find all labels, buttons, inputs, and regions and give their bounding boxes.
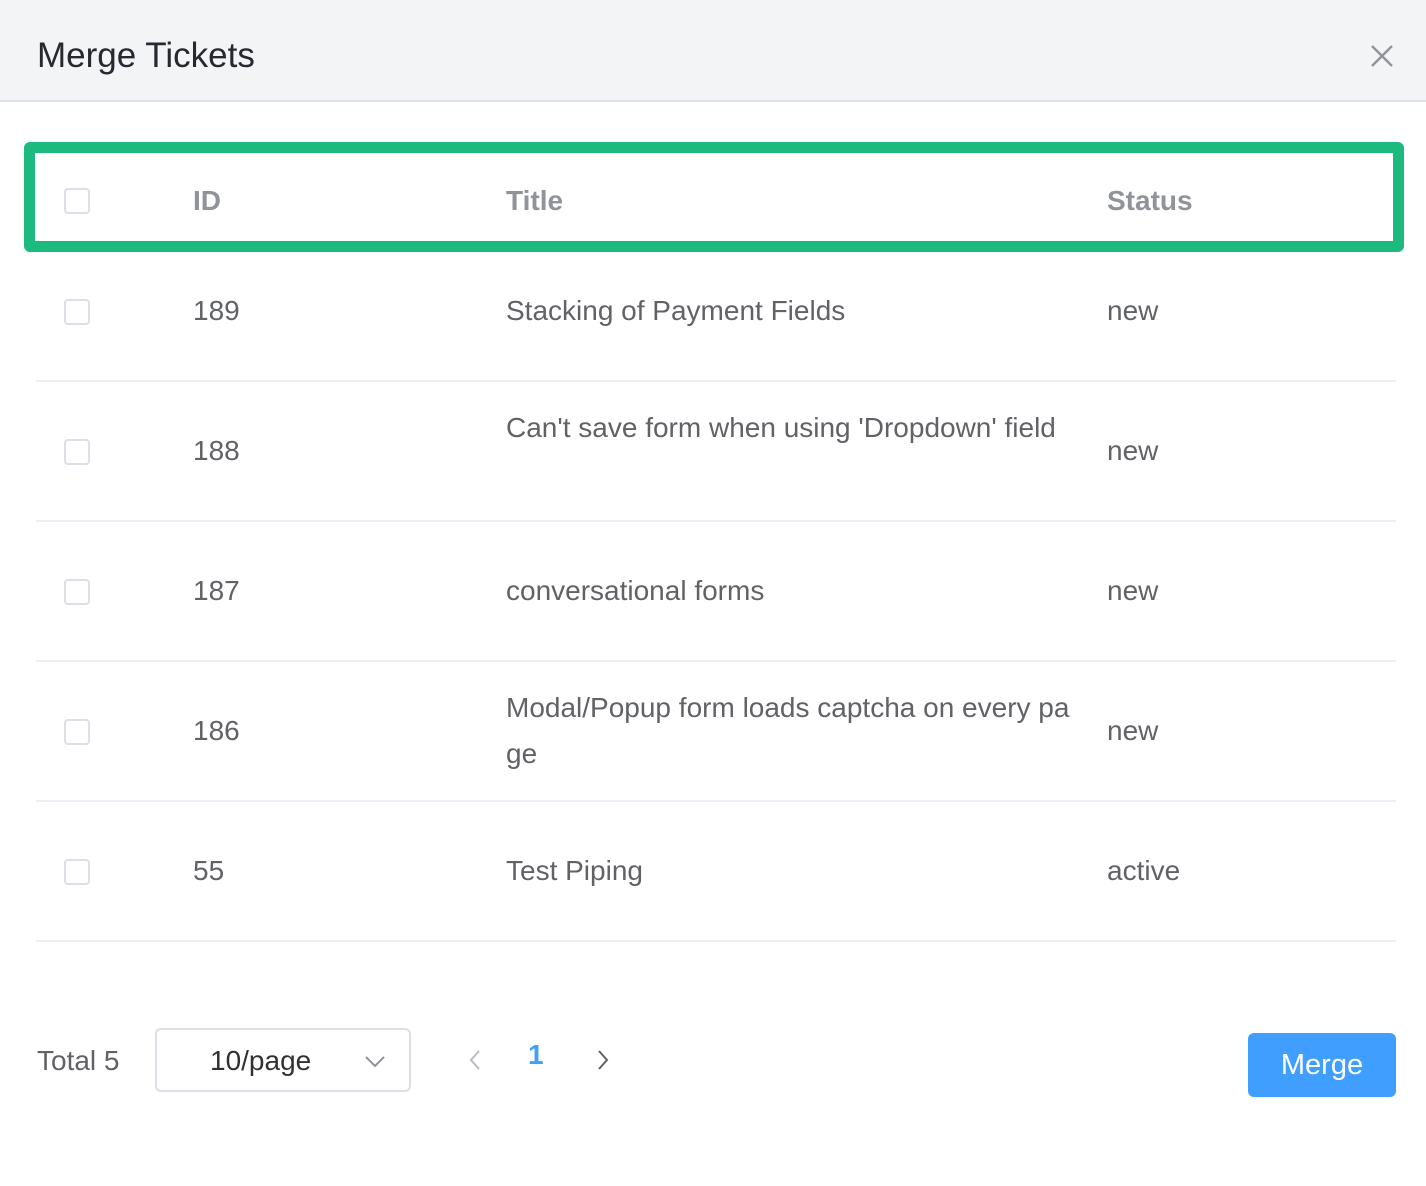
ticket-title: Stacking of Payment Fields [506,295,846,326]
ticket-id: 55 [193,855,225,886]
column-header-id: ID [193,185,221,216]
close-icon[interactable] [1366,40,1398,72]
table-row[interactable]: 55 Test Piping active [0,802,1426,942]
ticket-status: new [1107,575,1159,606]
page-number-current[interactable]: 1 [528,1038,544,1072]
column-header-title: Title [506,185,564,216]
table-row[interactable]: 189 Stacking of Payment Fields new [0,242,1426,382]
row-divider [36,940,1396,942]
page-size-value: 10/page [210,1045,312,1076]
chevron-left-icon[interactable] [462,1046,488,1074]
ticket-title: Can't save form when using 'Dropdown' fi… [506,412,1056,443]
ticket-id: 187 [193,575,240,606]
column-header-status: Status [1107,185,1193,216]
select-all-checkbox[interactable] [64,188,90,214]
ticket-id: 189 [193,295,240,326]
ticket-title: Modal/Popup form loads captcha on every … [506,692,1070,769]
row-checkbox[interactable] [64,439,90,465]
table-row[interactable]: 186 Modal/Popup form loads captcha on ev… [0,662,1426,802]
row-checkbox[interactable] [64,299,90,325]
merge-button[interactable]: Merge [1248,1033,1396,1097]
total-count: Total 5 [37,1045,120,1076]
ticket-status: active [1107,855,1181,886]
chevron-right-icon[interactable] [590,1046,616,1074]
table-row[interactable]: 188 Can't save form when using 'Dropdown… [0,382,1426,522]
ticket-id: 188 [193,435,240,466]
page-size-select[interactable]: 10/page [155,1028,411,1092]
row-checkbox[interactable] [64,859,90,885]
table-row[interactable]: 187 conversational forms new [0,522,1426,662]
header-highlight-box [24,142,1404,252]
row-checkbox[interactable] [64,719,90,745]
ticket-status: new [1107,715,1159,746]
ticket-id: 186 [193,715,240,746]
row-checkbox[interactable] [64,579,90,605]
ticket-title: conversational forms [506,575,765,606]
ticket-status: new [1107,435,1159,466]
dialog-title: Merge Tickets [37,36,255,75]
dialog-header: Merge Tickets [0,0,1426,102]
ticket-status: new [1107,295,1159,326]
chevron-down-icon [365,1056,385,1068]
ticket-title: Test Piping [506,855,643,886]
